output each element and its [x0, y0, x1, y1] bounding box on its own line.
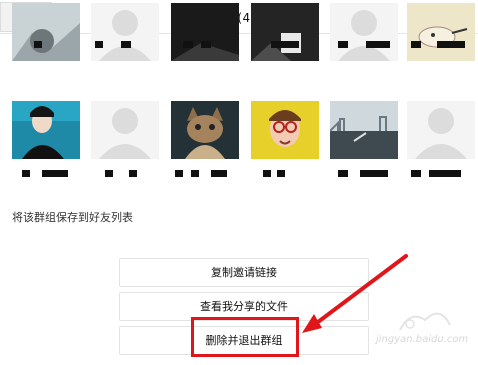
watermark-text: jingyan.baidu.com	[376, 334, 469, 345]
